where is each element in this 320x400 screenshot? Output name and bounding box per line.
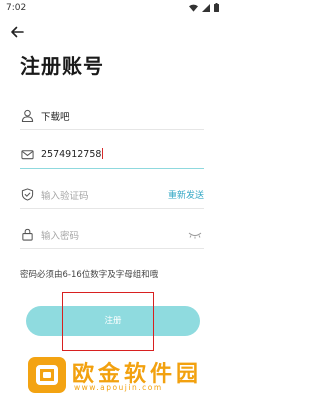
password-field[interactable]: 输入密码 — [20, 223, 204, 249]
shield-check-icon — [21, 188, 34, 201]
phone-text: 2574912758 — [41, 149, 102, 160]
username-value: 下载吧 — [41, 112, 70, 123]
status-icons — [189, 3, 219, 12]
username-field[interactable]: 下载吧 — [20, 104, 204, 130]
verification-code-field[interactable]: 输入验证码 重新发送 — [20, 183, 204, 209]
back-arrow-icon[interactable] — [8, 23, 26, 41]
password-hint: 密码必须由6-16位数字及字母组和哦 — [20, 270, 159, 280]
lock-icon — [22, 228, 33, 241]
resend-code-button[interactable]: 重新发送 — [168, 188, 204, 201]
wifi-icon — [189, 4, 198, 12]
verification-code-placeholder: 输入验证码 — [41, 191, 89, 202]
text-cursor — [102, 148, 104, 159]
phone-field[interactable]: 2574912758 — [20, 143, 204, 169]
battery-icon — [214, 3, 219, 12]
highlight-annotation-box — [62, 292, 154, 351]
watermark-url: www.apoujin.com — [74, 383, 163, 392]
status-time: 7:02 — [6, 3, 27, 13]
user-icon — [21, 109, 34, 122]
watermark-logo — [28, 357, 66, 393]
status-bar: 7:02 — [0, 0, 225, 18]
password-placeholder: 输入密码 — [41, 231, 80, 242]
page-title: 注册账号 — [20, 54, 104, 78]
mail-icon — [21, 150, 34, 160]
signal-icon — [202, 3, 210, 12]
watermark: 欧金软件园 www.apoujin.com — [28, 355, 218, 395]
phone-value: 2574912758 — [41, 148, 104, 160]
eye-closed-icon[interactable] — [188, 231, 202, 239]
